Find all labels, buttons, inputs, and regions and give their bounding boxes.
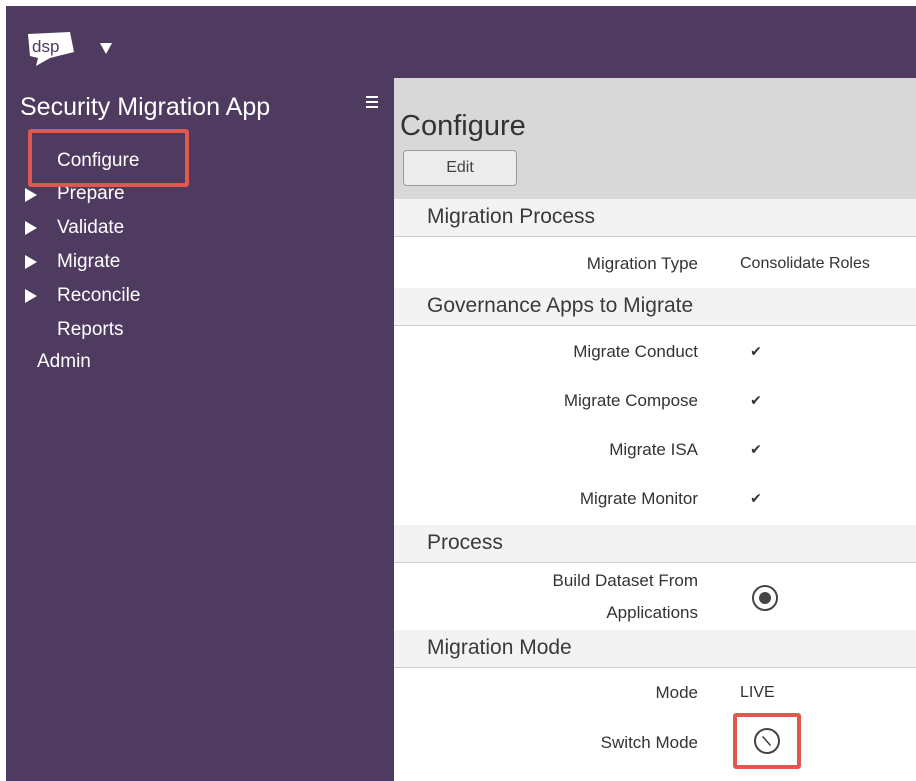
section-migration-process: Migration Process (394, 199, 916, 237)
build-dataset-button[interactable] (752, 585, 778, 611)
section-title: Process (427, 531, 503, 554)
migrate-monitor-checkbox[interactable]: ✔ (749, 491, 763, 505)
switch-mode-button[interactable] (754, 728, 780, 754)
sidebar-item-configure[interactable]: Configure (57, 150, 139, 172)
migrate-compose-label: Migrate Compose (563, 391, 698, 410)
sidebar-item-reconcile[interactable]: Reconcile (57, 285, 140, 307)
wrench-icon (762, 736, 771, 746)
section-migration-mode: Migration Mode (394, 630, 916, 668)
section-title: Migration Process (427, 205, 596, 228)
migrate-conduct-label: Migrate Conduct (573, 342, 698, 361)
logo-dropdown-icon[interactable] (100, 43, 112, 54)
dsp-logo[interactable]: dsp (26, 30, 76, 66)
section-process: Process (394, 525, 916, 563)
expand-arrow-icon[interactable] (25, 188, 37, 202)
migration-type-label: Migration Type (586, 254, 698, 273)
migrate-monitor-label: Migrate Monitor (579, 489, 698, 508)
hamburger-icon[interactable] (366, 96, 378, 108)
expand-arrow-icon[interactable] (25, 255, 37, 269)
mode-label: Mode (655, 683, 698, 702)
section-title: Migration Mode (427, 636, 572, 659)
migrate-conduct-checkbox[interactable]: ✔ (749, 344, 763, 358)
run-icon (759, 592, 771, 604)
build-dataset-label-line1: Build Dataset From (552, 571, 699, 590)
migration-type-value: Consolidate Roles (740, 255, 870, 272)
expand-arrow-icon[interactable] (25, 221, 37, 235)
sidebar-item-migrate[interactable]: Migrate (57, 251, 120, 273)
sidebar-item-validate[interactable]: Validate (57, 217, 124, 239)
switch-mode-label: Switch Mode (600, 733, 698, 752)
section-governance-apps: Governance Apps to Migrate (394, 288, 916, 326)
app-title: Security Migration App (20, 93, 271, 121)
top-bar: dsp (6, 6, 916, 78)
logo-text: dsp (32, 37, 59, 56)
build-dataset-label-line2: Applications (606, 603, 698, 622)
expand-arrow-icon[interactable] (25, 289, 37, 303)
migrate-isa-checkbox[interactable]: ✔ (749, 442, 763, 456)
mode-value: LIVE (740, 684, 775, 701)
page-title: Configure (400, 110, 526, 142)
sidebar-item-admin[interactable]: Admin (37, 351, 91, 373)
section-title: Governance Apps to Migrate (427, 294, 694, 317)
migrate-compose-checkbox[interactable]: ✔ (749, 393, 763, 407)
migrate-isa-label: Migrate ISA (609, 440, 698, 459)
sidebar-item-reports[interactable]: Reports (57, 319, 124, 341)
edit-button[interactable]: Edit (403, 150, 517, 186)
page-header: Configure Edit (394, 78, 916, 199)
